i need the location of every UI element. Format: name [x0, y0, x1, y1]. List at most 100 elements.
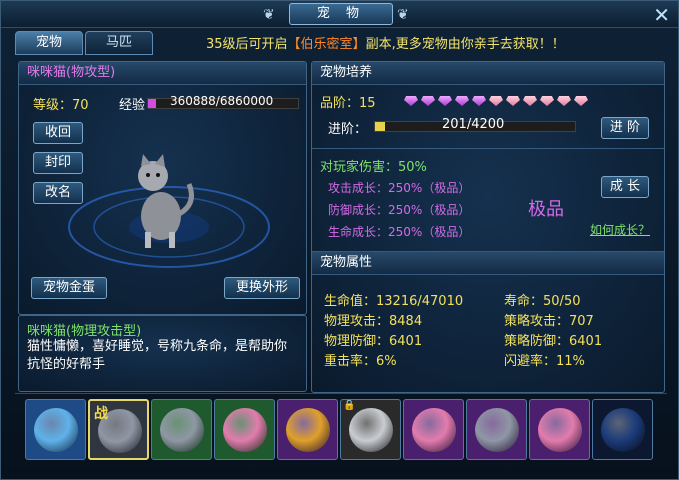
growth-attack-value: 250%（极品） [388, 181, 471, 195]
grade-diamond-icon [404, 96, 418, 106]
tab-horse[interactable]: 马匹 [85, 31, 153, 55]
advance-value: 201/4200 [442, 117, 505, 132]
attr-crit-rate-label: 重击率： [324, 354, 377, 369]
pet-cultivate-panel: 宠物培养 品阶：15 进阶： 201/4200 进 阶 对玩家伤害：50% 攻击… [311, 61, 665, 393]
attr-phys-attack-label: 物理攻击： [324, 314, 390, 329]
pet-slot[interactable]: 🔒 [340, 399, 401, 460]
grade-diamond-icon [489, 96, 503, 106]
attr-lifespan-label: 寿命： [504, 294, 544, 309]
description-title: 咪咪猫(物理攻击型) [27, 324, 142, 339]
quality-label: 极品 [528, 199, 564, 220]
blue-beast-icon [34, 408, 78, 452]
attr-hp: 生命值：13216/47010 [324, 290, 463, 309]
attributes-header: 宠物属性 [312, 251, 664, 275]
attr-lifespan-value: 50/50 [543, 294, 581, 309]
white-eagle-icon [349, 408, 393, 452]
attr-strat-defense-label: 策略防御： [504, 334, 570, 349]
pet-level: 等级：70 [33, 94, 89, 113]
attr-dodge-rate-value: 11% [556, 354, 585, 369]
pet-slot[interactable] [214, 399, 275, 460]
exp-bar-fill [148, 99, 156, 108]
attr-strat-attack: 策略攻击：707 [504, 310, 594, 329]
tab-pet[interactable]: 宠物 [15, 31, 83, 55]
pet-slot[interactable] [529, 399, 590, 460]
attr-hp-label: 生命值： [324, 294, 377, 309]
growth-defense-value: 250%（极品） [388, 203, 471, 217]
attr-phys-attack-value: 8484 [389, 314, 423, 329]
grow-button[interactable]: 成 长 [601, 176, 649, 198]
growth-attack-label: 攻击成长： [328, 181, 389, 195]
attr-dodge-rate: 闪避率：11% [504, 350, 585, 369]
title-ornament-right-icon: ❦ [397, 7, 409, 23]
grade-diamond-icon [421, 96, 435, 106]
pet-slot[interactable] [25, 399, 86, 460]
change-appearance-button[interactable]: 更换外形 [224, 277, 300, 299]
pvp-damage-value: 50% [398, 160, 427, 175]
lock-icon: 🔒 [343, 400, 356, 411]
pvp-damage: 对玩家伤害：50% [320, 156, 427, 175]
close-icon[interactable]: ✕ [653, 3, 670, 27]
description-text: 猫性慵懒，喜好睡觉，号称九条命，是帮助你抗怪的好帮手 [27, 339, 288, 372]
attr-hp-value: 13216/47010 [376, 294, 464, 309]
how-to-grow-link[interactable]: 如何成长？ [590, 221, 650, 238]
attr-phys-defense-label: 物理防御： [324, 334, 390, 349]
attr-phys-defense: 物理防御：6401 [324, 330, 422, 349]
grade-diamond-icon [472, 96, 486, 106]
pet-slot[interactable] [403, 399, 464, 460]
divider [312, 148, 664, 149]
notice-suffix: 副本,更多宠物由你亲手去获取！！ [365, 37, 565, 52]
attr-dodge-rate-label: 闪避率： [504, 354, 557, 369]
attr-crit-rate-value: 6% [376, 354, 397, 369]
attr-crit-rate: 重击率：6% [324, 350, 397, 369]
grade-diamond-icon [438, 96, 452, 106]
growth-defense: 防御成长：250%（极品） [328, 201, 470, 218]
attr-phys-attack: 物理攻击：8484 [324, 310, 422, 329]
grade-diamonds [404, 95, 591, 110]
pvp-damage-label: 对玩家伤害： [320, 160, 399, 175]
growth-attack: 攻击成长：250%（极品） [328, 179, 470, 196]
grade-value: 15 [359, 96, 376, 111]
empty-slot-icon [601, 408, 645, 452]
attr-phys-defense-value: 6401 [389, 334, 423, 349]
growth-defense-label: 防御成长： [328, 203, 389, 217]
grade-label: 品阶： [320, 96, 360, 111]
advance-button[interactable]: 进 阶 [601, 117, 649, 139]
pet-name: 咪咪猫(物攻型) [19, 62, 306, 85]
attr-strat-defense: 策略防御：6401 [504, 330, 602, 349]
grade-diamond-icon [574, 96, 588, 106]
pet-slot[interactable] [466, 399, 527, 460]
pet-cat-model-icon [138, 154, 194, 248]
pink-leopard-icon [223, 408, 267, 452]
pet-window: ❦ 宠 物 ❦ ✕ 宠物 马匹 35级后可开启【伯乐密室】副本,更多宠物由你亲手… [0, 0, 679, 480]
pet-slot[interactable]: 战 [88, 399, 149, 460]
attr-lifespan: 寿命：50/50 [504, 290, 580, 309]
title-ornament-left-icon: ❦ [263, 7, 275, 23]
battle-badge: 战 [94, 406, 108, 422]
notice-highlight[interactable]: 【伯乐密室】 [288, 37, 366, 52]
attr-strat-attack-label: 策略攻击： [504, 314, 570, 329]
gray-cat-icon [475, 408, 519, 452]
golden-dragon-icon [286, 408, 330, 452]
attr-strat-defense-value: 6401 [569, 334, 603, 349]
grade-diamond-icon [523, 96, 537, 106]
gray-cat-icon [160, 408, 204, 452]
pet-slot[interactable] [592, 399, 653, 460]
attr-strat-attack-value: 707 [569, 314, 594, 329]
pink-leopard-icon [538, 408, 582, 452]
pet-level-label: 等级： [33, 98, 73, 113]
exp-value: 360888/6860000 [170, 94, 274, 108]
grade-diamond-icon [455, 96, 469, 106]
exp-label: 经验 [119, 98, 146, 113]
notice-text: 35级后可开启【伯乐密室】副本,更多宠物由你亲手去获取！！ [206, 33, 565, 52]
pet-slot[interactable] [277, 399, 338, 460]
grade-diamond-icon [557, 96, 571, 106]
pet-level-value: 70 [72, 98, 89, 113]
grade: 品阶：15 [320, 92, 376, 111]
grade-diamond-icon [506, 96, 520, 106]
notice-prefix: 35级后可开启 [206, 37, 288, 52]
growth-life-label: 生命成长： [328, 225, 389, 239]
advance-bar-fill [375, 122, 385, 131]
pet-egg-button[interactable]: 宠物金蛋 [31, 277, 107, 299]
window-title: 宠 物 [289, 3, 393, 25]
pet-slot[interactable] [151, 399, 212, 460]
